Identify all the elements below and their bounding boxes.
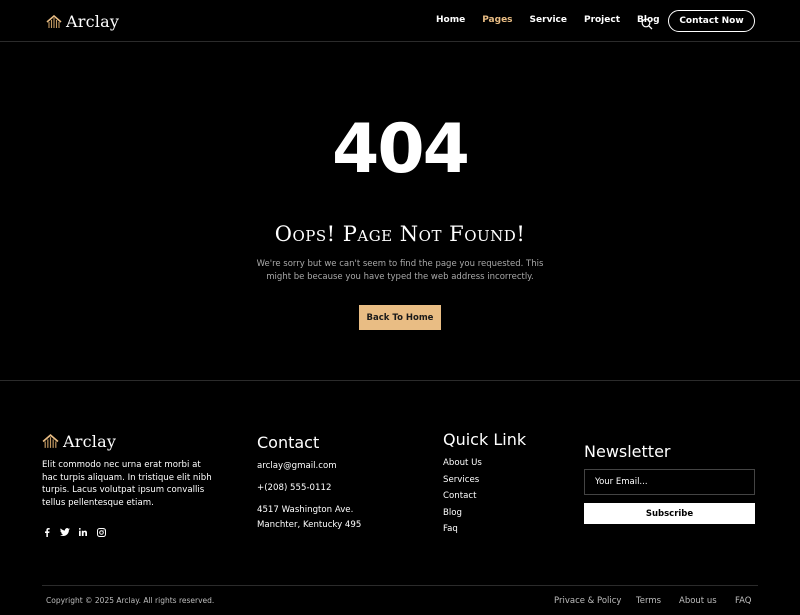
error-description: We're sorry but we can't seem to find th… [256, 259, 544, 282]
error-title: Oops! Page Not Found! [274, 222, 526, 246]
newsletter-heading: Newsletter [584, 442, 671, 461]
quick-link-contact[interactable]: Contact [443, 491, 476, 501]
footer-link-faq[interactable]: FAQ [735, 596, 751, 606]
contact-address-line1: 4517 Washington Ave. [257, 505, 354, 515]
quick-link-blog[interactable]: Blog [443, 508, 462, 518]
footer-logo[interactable]: Arclay [42, 432, 116, 451]
facebook-icon[interactable] [42, 527, 52, 537]
contact-now-button[interactable]: Contact Now [668, 10, 755, 32]
contact-email[interactable]: arclay@gmail.com [257, 461, 337, 471]
newsletter-email-input[interactable]: Your Email... [584, 469, 755, 495]
nav-item-pages[interactable]: Pages [482, 15, 512, 25]
twitter-icon[interactable] [60, 527, 70, 537]
nav-item-service[interactable]: Service [530, 15, 567, 25]
linkedin-icon[interactable] [78, 527, 88, 537]
search-icon[interactable] [641, 15, 655, 30]
social-links [42, 527, 114, 537]
footer-link-about-us[interactable]: About us [679, 596, 717, 606]
back-to-home-button[interactable]: Back To Home [359, 305, 441, 330]
house-logo-icon [42, 434, 59, 448]
footer-brand-name: Arclay [63, 432, 117, 451]
brand-name: Arclay [66, 12, 120, 31]
contact-address-line2: Manchter, Kentucky 495 [257, 520, 362, 530]
contact-phone[interactable]: +(208) 555-0112 [257, 483, 331, 493]
nav-item-project[interactable]: Project [584, 15, 620, 25]
header-logo[interactable]: Arclay [46, 12, 119, 31]
section-divider [0, 380, 800, 381]
footer-about-text: Elit commodo nec urna erat morbi at hac … [42, 460, 212, 508]
footer-divider [42, 585, 758, 586]
quick-link-about-us[interactable]: About Us [443, 458, 482, 468]
quick-link-heading: Quick Link [443, 430, 527, 449]
page: Arclay Home Pages Service Project Blog C… [0, 0, 800, 615]
quick-link-services[interactable]: Services [443, 475, 479, 485]
site-header: Arclay Home Pages Service Project Blog C… [0, 0, 800, 42]
nav-item-home[interactable]: Home [436, 15, 465, 25]
contact-heading: Contact [257, 433, 320, 452]
footer-link-privacy[interactable]: Privace & Policy [554, 596, 621, 606]
house-logo-icon [46, 14, 62, 28]
subscribe-button[interactable]: Subscribe [584, 503, 755, 524]
instagram-icon[interactable] [96, 527, 106, 537]
copyright-text: Copyright © 2025 Arclay. All rights rese… [46, 596, 215, 605]
footer-link-terms[interactable]: Terms [636, 596, 661, 606]
quick-link-faq[interactable]: Faq [443, 524, 458, 534]
error-code: 404 [332, 110, 470, 189]
